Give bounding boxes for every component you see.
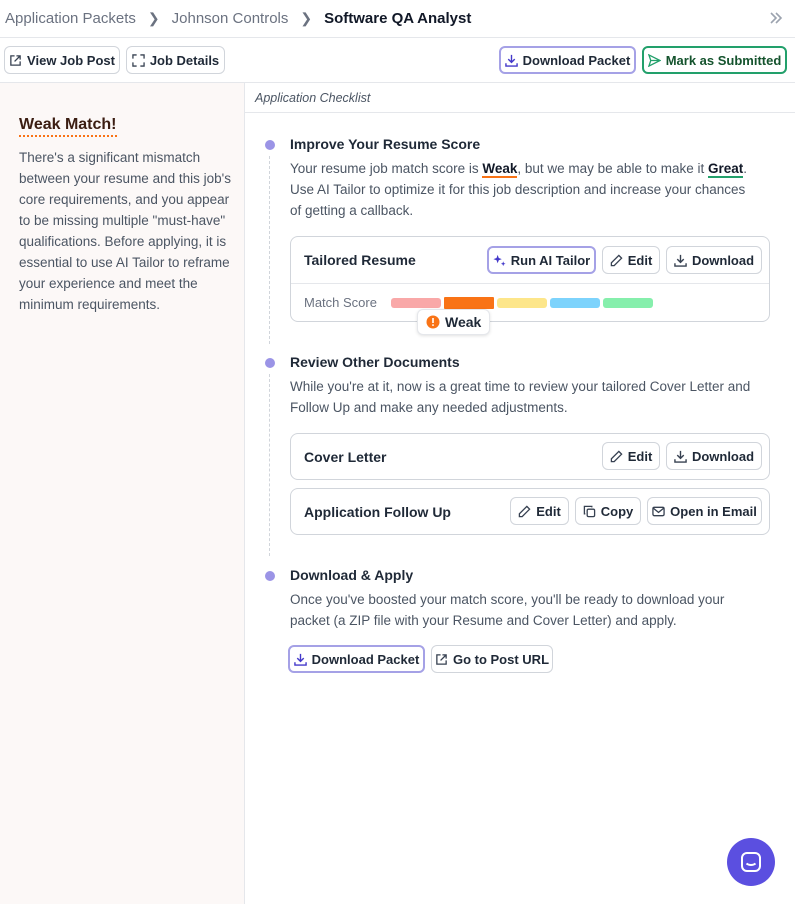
tailored-resume-card: Tailored Resume Run AI Tailor Edit Downl… [290, 236, 770, 335]
cover-letter-card: Cover Letter Edit Download [290, 433, 770, 480]
great-highlight: Great [707, 161, 744, 178]
resume-edit-label: Edit [627, 252, 653, 268]
timeline-connector [269, 374, 270, 556]
view-job-post-label: View Job Post [27, 52, 115, 68]
double-chevron-icon[interactable] [767, 9, 785, 27]
checklist-header: Application Checklist [245, 83, 795, 113]
breadcrumb-company[interactable]: Johnson Controls [172, 10, 289, 27]
cover-letter-download-label: Download [691, 448, 755, 464]
step-1-desc-part: Your resume job match score is [290, 161, 483, 176]
download-icon [674, 254, 687, 267]
open-in-email-button[interactable]: Open in Email [647, 497, 762, 525]
step-3-dot [265, 571, 275, 581]
step-3-description: Once you've boosted your match score, yo… [290, 592, 725, 628]
toolbar: View Job Post Job Details Download Packe… [0, 38, 795, 83]
match-score-segment [603, 298, 653, 308]
weak-highlight: Weak [482, 161, 518, 178]
follow-up-edit-label: Edit [536, 503, 561, 519]
match-score-segment [391, 298, 441, 308]
send-icon [647, 53, 661, 67]
open-in-email-label: Open in Email [670, 503, 757, 519]
download-icon [293, 653, 307, 666]
mark-as-submitted-button[interactable]: Mark as Submitted [642, 46, 787, 74]
follow-up-edit-button[interactable]: Edit [510, 497, 569, 525]
step-1-description: Your resume job match score is Weak, but… [290, 158, 760, 221]
sparkle-icon [493, 254, 506, 266]
apply-download-packet-button[interactable]: Download Packet [288, 645, 425, 673]
chevron-right-icon: ❯ [300, 10, 313, 26]
download-packet-button[interactable]: Download Packet [499, 46, 636, 74]
run-ai-tailor-label: Run AI Tailor [510, 252, 591, 268]
tailored-resume-title: Tailored Resume [304, 252, 416, 268]
breadcrumb: Application Packets ❯ Johnson Controls ❯… [0, 0, 795, 38]
mark-as-submitted-label: Mark as Submitted [665, 52, 782, 68]
run-ai-tailor-button[interactable]: Run AI Tailor [487, 246, 596, 274]
job-details-label: Job Details [149, 52, 220, 68]
alert-icon [426, 315, 440, 329]
download-packet-label: Download Packet [522, 52, 631, 68]
match-summary-panel: Weak Match! There's a significant mismat… [0, 83, 245, 904]
follow-up-copy-label: Copy [600, 503, 634, 519]
resume-edit-button[interactable]: Edit [602, 246, 660, 274]
resume-download-label: Download [691, 252, 755, 268]
view-job-post-button[interactable]: View Job Post [4, 46, 120, 74]
step-2-title: Review Other Documents [290, 354, 460, 370]
match-score-segment [497, 298, 547, 308]
go-to-post-url-label: Go to Post URL [452, 651, 550, 667]
mail-icon [652, 506, 665, 516]
resume-download-button[interactable]: Download [666, 246, 762, 274]
copy-icon [583, 505, 596, 517]
step-2-dot [265, 358, 275, 368]
card-divider [291, 283, 769, 284]
chevron-right-icon: ❯ [147, 10, 160, 26]
download-icon [504, 54, 518, 67]
external-link-icon [10, 54, 21, 66]
score-badge: Weak [417, 309, 491, 335]
match-score-label: Match Score [304, 295, 377, 310]
step-1-title: Improve Your Resume Score [290, 136, 481, 152]
step-1-dot [265, 140, 275, 150]
weak-match-title: Weak Match! [19, 116, 117, 137]
step-1-desc-part: , but we may be able to make it [517, 161, 708, 176]
step-2-description: While you're at it, now is a great time … [290, 379, 751, 415]
score-value: Weak [445, 314, 482, 330]
cover-letter-title: Cover Letter [304, 449, 387, 465]
cover-letter-edit-label: Edit [627, 448, 653, 464]
breadcrumb-application-packets[interactable]: Application Packets [5, 10, 136, 27]
match-score-segment [444, 297, 494, 309]
pencil-icon [610, 449, 623, 462]
chat-icon [741, 852, 761, 872]
step-3-title: Download & Apply [290, 567, 414, 583]
follow-up-title: Application Follow Up [304, 504, 451, 520]
apply-download-packet-label: Download Packet [311, 651, 420, 667]
download-icon [674, 450, 687, 463]
pencil-icon [518, 504, 531, 517]
weak-match-description: There's a significant mismatch between y… [19, 150, 231, 312]
chat-launcher-button[interactable] [727, 838, 775, 886]
job-details-button[interactable]: Job Details [126, 46, 225, 74]
external-link-icon [436, 653, 447, 665]
breadcrumb-job-title: Software QA Analyst [324, 10, 472, 27]
follow-up-copy-button[interactable]: Copy [575, 497, 641, 525]
go-to-post-url-button[interactable]: Go to Post URL [431, 645, 553, 673]
timeline-connector [269, 156, 270, 344]
match-score-segment [550, 298, 600, 308]
cover-letter-download-button[interactable]: Download [666, 442, 762, 470]
expand-icon [132, 53, 145, 67]
cover-letter-edit-button[interactable]: Edit [602, 442, 660, 470]
pencil-icon [610, 253, 623, 266]
follow-up-card: Application Follow Up Edit Copy Open in … [290, 488, 770, 535]
